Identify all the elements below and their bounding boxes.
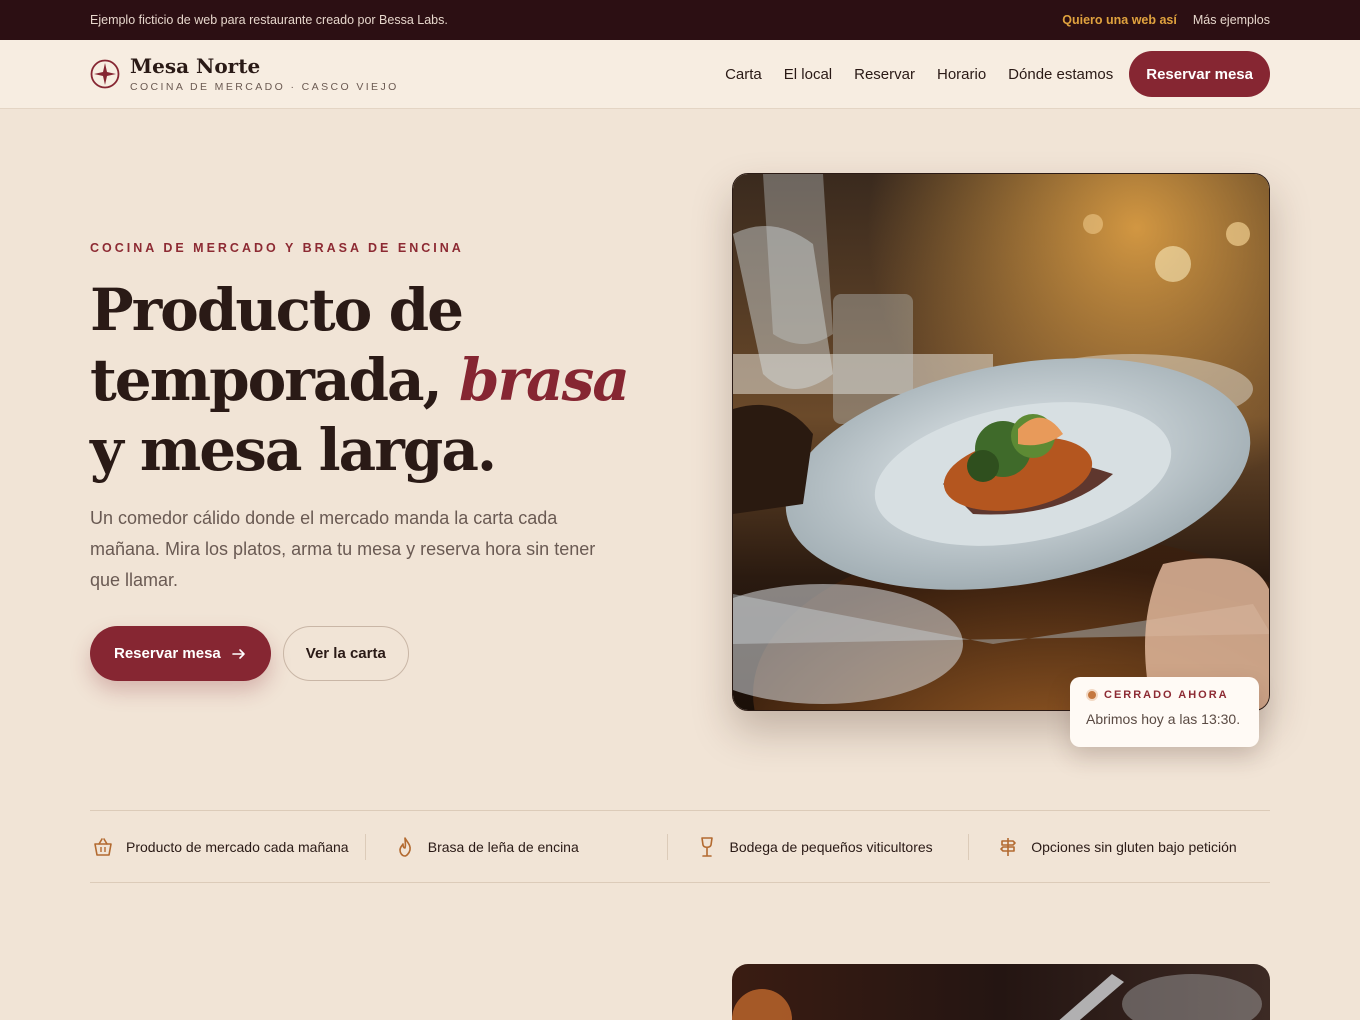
headline-line-1: Producto de: [90, 276, 464, 344]
topbar-more-examples-link[interactable]: Más ejemplos: [1193, 13, 1270, 27]
plated-dish-image: [733, 174, 1269, 710]
nav-link-el-local[interactable]: El local: [784, 66, 832, 83]
feature-label: Brasa de leña de encina: [427, 838, 579, 855]
brand-tagline: COCINA DE MERCADO · CASCO VIEJO: [130, 80, 399, 93]
feature-item: Opciones sin gluten bajo petición: [968, 833, 1270, 860]
brand-logo[interactable]: Mesa Norte COCINA DE MERCADO · CASCO VIE…: [90, 56, 399, 93]
hero-description: Un comedor cálido donde el mercado manda…: [90, 508, 596, 590]
opening-status-card: CERRADO AHORA Abrimos hoy a las 13:30.: [1070, 677, 1259, 747]
signpost-icon: [1000, 837, 1017, 856]
nav-link-reservar[interactable]: Reservar: [854, 66, 915, 83]
feature-item: Bodega de pequeños viticultores: [666, 833, 969, 860]
basket-icon: [94, 837, 112, 856]
feature-item: Brasa de leña de encina: [364, 833, 667, 860]
top-announcement-bar: Ejemplo ficticio de web para restaurante…: [0, 0, 1360, 40]
headline-accent: brasa: [458, 346, 630, 414]
brand-name: Mesa Norte: [130, 53, 261, 78]
main-navigation: Mesa Norte COCINA DE MERCADO · CASCO VIE…: [0, 40, 1360, 109]
hero-headline: Producto de temporada, brasa y mesa larg…: [90, 275, 650, 485]
flame-icon: [398, 836, 411, 857]
topbar-links: Quiero una web así Más ejemplos: [1062, 13, 1270, 27]
hero-dish-photo: [732, 173, 1270, 711]
feature-label: Opciones sin gluten bajo petición: [1031, 838, 1237, 855]
status-dot-icon: [1086, 689, 1098, 701]
wine-glass-icon: [700, 836, 713, 857]
secondary-dish-image: [732, 964, 1270, 1020]
hero-actions: Reservar mesa Ver la carta: [90, 626, 650, 681]
hero-eyebrow: COCINA DE MERCADO Y BRASA DE ENCINA: [90, 241, 464, 255]
hero-content: COCINA DE MERCADO Y BRASA DE ENCINA Prod…: [90, 241, 650, 681]
nav-link-carta[interactable]: Carta: [725, 66, 762, 83]
reserve-table-button[interactable]: Reservar mesa: [90, 626, 271, 681]
secondary-food-photo: [732, 964, 1270, 1020]
compass-star-icon: [90, 59, 120, 89]
nav-link-donde-estamos[interactable]: Dónde estamos: [1008, 66, 1113, 83]
headline-line-2: temporada,: [90, 346, 459, 414]
status-header: CERRADO AHORA: [1086, 689, 1243, 701]
nav-links: Carta El local Reservar Horario Dónde es…: [725, 51, 1270, 97]
feature-label: Producto de mercado cada mañana: [126, 838, 349, 855]
topbar-notice: Ejemplo ficticio de web para restaurante…: [90, 13, 448, 27]
view-menu-button[interactable]: Ver la carta: [282, 626, 409, 681]
feature-label: Bodega de pequeños viticultores: [729, 838, 933, 855]
arrow-right-icon: [231, 648, 245, 659]
reserve-table-label: Reservar mesa: [114, 645, 221, 662]
status-label: CERRADO AHORA: [1104, 689, 1229, 701]
feature-item: Producto de mercado cada mañana: [90, 836, 365, 858]
status-text: Abrimos hoy a las 13:30.: [1086, 711, 1241, 727]
nav-link-horario[interactable]: Horario: [937, 66, 986, 83]
headline-line-3: y mesa larga.: [90, 416, 497, 484]
topbar-cta-link[interactable]: Quiero una web así: [1062, 13, 1177, 27]
feature-strip: Producto de mercado cada mañana Brasa de…: [90, 810, 1270, 883]
nav-reserve-button[interactable]: Reservar mesa: [1129, 51, 1270, 97]
